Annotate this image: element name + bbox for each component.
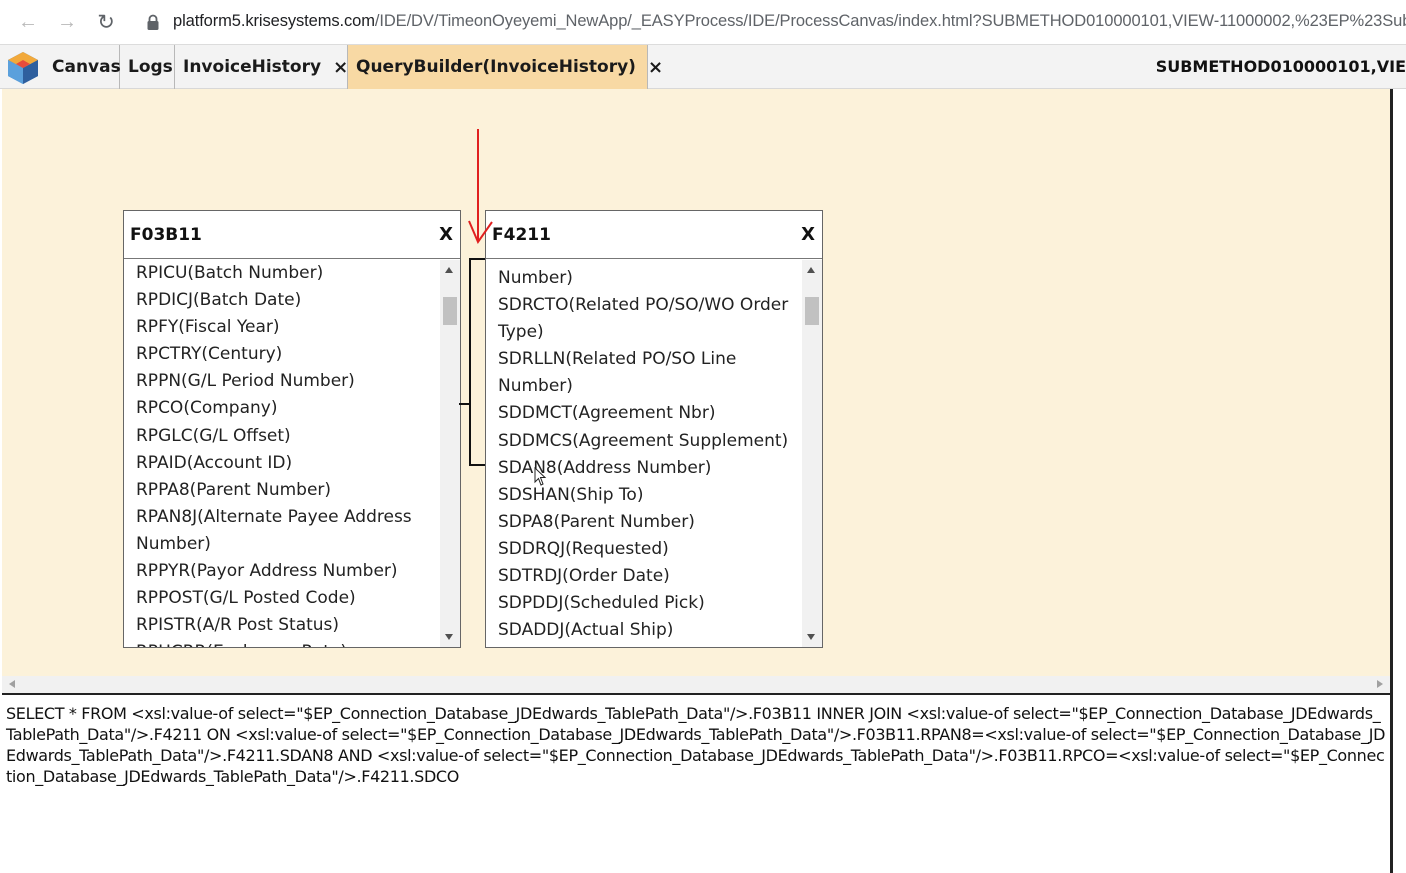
field-item[interactable]: RPFY(Fiscal Year) — [124, 314, 440, 341]
table-card-f03b11[interactable]: F03B11 X RPICU(Batch Number) RPDICJ(Batch… — [123, 210, 461, 648]
canvas-divider — [1390, 89, 1393, 873]
field-item[interactable]: RPPA8(Parent Number) — [124, 477, 440, 504]
field-item[interactable]: SDPDDJ(Scheduled Pick) — [486, 590, 802, 617]
field-item[interactable]: SDTRDJ(Order Date) — [486, 563, 802, 590]
url-host: platform5.krisesystems.com — [173, 12, 375, 30]
field-item[interactable]: RPCO(Company) — [124, 395, 440, 422]
field-item[interactable]: SDRLLN(Related PO/SO Line Number) — [486, 346, 802, 400]
table-header[interactable]: F4211 X — [486, 211, 822, 259]
field-item[interactable]: RPDICJ(Batch Date) — [124, 287, 440, 314]
field-item[interactable]: RPPYR(Payor Address Number) — [124, 558, 440, 585]
tab-label: Logs — [128, 57, 173, 77]
reload-icon[interactable]: ↻ — [92, 8, 120, 36]
scroll-right-arrow-icon[interactable] — [1377, 680, 1383, 688]
field-item[interactable]: SDPA8(Parent Number) — [486, 509, 802, 536]
scroll-down-arrow-icon[interactable] — [445, 634, 453, 640]
app-logo-icon — [8, 52, 38, 84]
field-item[interactable]: RPPOST(G/L Posted Code) — [124, 585, 440, 612]
query-canvas[interactable]: F03B11 X RPICU(Batch Number) RPDICJ(Batch… — [2, 89, 1392, 676]
close-icon[interactable]: X — [439, 224, 453, 245]
browser-toolbar: ← → ↻ platform5.krisesystems.com/IDE/DV/… — [0, 0, 1406, 45]
field-item[interactable]: RPAN8J(Alternate Payee Address Number) — [124, 504, 440, 558]
tab-label: Canvas — [52, 57, 121, 77]
submethod-label: SUBMETHOD010000101,VIE — [1155, 57, 1406, 76]
field-list[interactable]: RPICU(Batch Number) RPDICJ(Batch Date) RPF… — [124, 260, 440, 647]
scroll-down-arrow-icon[interactable] — [807, 634, 815, 640]
forward-arrow-icon[interactable]: → — [53, 8, 81, 36]
lock-icon — [147, 14, 159, 30]
field-item[interactable]: RPISTR(A/R Post Status) — [124, 612, 440, 639]
address-bar[interactable]: platform5.krisesystems.com/IDE/DV/Timeon… — [173, 12, 1406, 31]
table-header[interactable]: F03B11 X — [124, 211, 460, 259]
scroll-thumb[interactable] — [805, 297, 819, 325]
field-item[interactable]: RPPN(G/L Period Number) — [124, 368, 440, 395]
table-card-f4211[interactable]: F4211 X Number) SDRCTO(Related PO/SO/WO O… — [485, 210, 823, 648]
mouse-cursor-icon — [534, 467, 547, 486]
annotation-arrow-icon — [468, 129, 493, 245]
field-item[interactable]: Number) — [486, 265, 802, 292]
field-list[interactable]: Number) SDRCTO(Related PO/SO/WO Order Typ… — [486, 260, 802, 647]
tab-label: InvoiceHistory — [183, 57, 322, 77]
field-item[interactable]: SDDMCT(Agreement Nbr) — [486, 400, 802, 427]
tab-invoice-history[interactable]: InvoiceHistory × — [175, 45, 348, 89]
back-arrow-icon[interactable]: ← — [14, 8, 42, 36]
field-item[interactable]: SDRCTO(Related PO/SO/WO Order Type) — [486, 292, 802, 346]
vertical-scrollbar[interactable] — [802, 260, 822, 647]
field-item[interactable]: RPAID(Account ID) — [124, 450, 440, 477]
field-item[interactable]: RPGLC(G/L Offset) — [124, 423, 440, 450]
join-connector — [459, 258, 485, 466]
close-icon[interactable]: X — [801, 224, 815, 245]
field-item[interactable]: RPCTRY(Century) — [124, 341, 440, 368]
tab-canvas[interactable]: Canvas — [44, 45, 121, 89]
field-item[interactable]: SDDRQJ(Requested) — [486, 536, 802, 563]
sql-query-text[interactable]: SELECT * FROM <xsl:value-of select="$EP_… — [2, 693, 1390, 873]
url-path: /IDE/DV/TimeonOyeyemi_NewApp/_EASYProces… — [374, 12, 1406, 30]
close-icon[interactable]: × — [648, 57, 663, 78]
scroll-up-arrow-icon[interactable] — [807, 267, 815, 273]
horizontal-scrollbar[interactable] — [2, 676, 1390, 693]
field-item[interactable]: SDDMCS(Agreement Supplement) — [486, 428, 802, 455]
table-title: F4211 — [492, 225, 551, 245]
tab-logs[interactable]: Logs — [120, 45, 175, 89]
scroll-thumb[interactable] — [443, 297, 457, 325]
scroll-up-arrow-icon[interactable] — [445, 267, 453, 273]
table-title: F03B11 — [130, 225, 202, 245]
close-icon[interactable]: × — [333, 57, 348, 78]
scroll-left-arrow-icon[interactable] — [9, 680, 15, 688]
field-item[interactable]: RPICU(Batch Number) — [124, 260, 440, 287]
tab-query-builder[interactable]: QueryBuilder(InvoiceHistory) × — [348, 45, 663, 89]
field-item[interactable]: SDADDJ(Actual Ship) — [486, 617, 802, 644]
app-tab-bar: Canvas Logs InvoiceHistory × QueryBuilde… — [0, 45, 1406, 89]
field-item[interactable]: RPHCRR(Exchange Rate) — [124, 639, 440, 647]
tab-label: QueryBuilder(InvoiceHistory) — [356, 57, 636, 77]
